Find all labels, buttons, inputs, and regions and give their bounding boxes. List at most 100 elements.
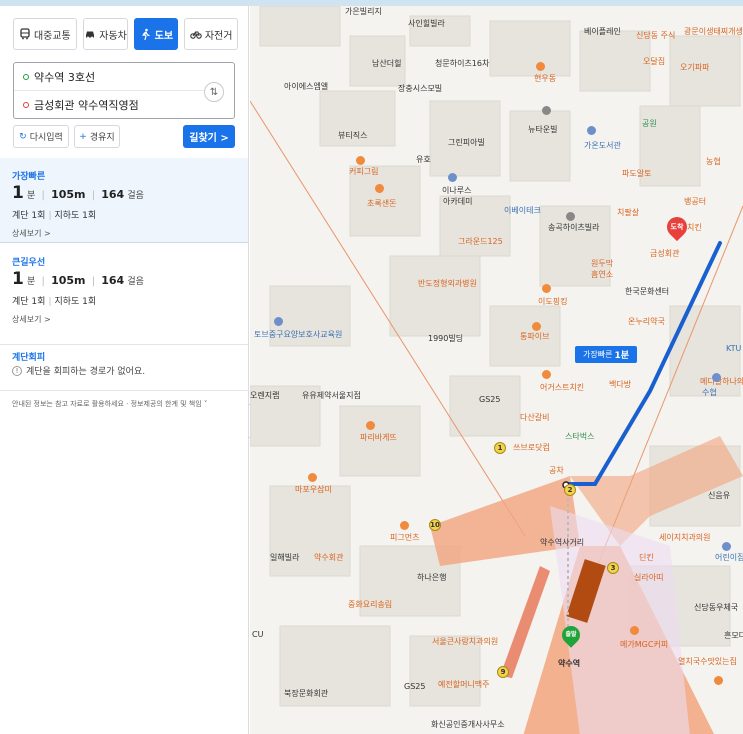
refresh-icon: ↻: [19, 131, 27, 142]
origin-value: 약수역 3호선: [34, 70, 96, 84]
search-route-button[interactable]: 길찾기 >: [183, 125, 235, 148]
tab-car[interactable]: 자동차: [82, 18, 129, 50]
restaurant-icon: [308, 473, 317, 482]
tab-bicycle-label: 자전거: [204, 30, 233, 42]
restaurant-icon: [532, 322, 541, 331]
subway-exit-badge[interactable]: 10: [429, 519, 441, 531]
result-main-road[interactable]: 큰길우선 1 분 | 105m | 164 걸음 계단 1회 | 지하도 1회 상세…: [0, 244, 248, 336]
subway-exit-badge[interactable]: 9: [497, 666, 509, 678]
station-label: 약수역: [558, 659, 581, 668]
subway-exit-badge[interactable]: 2: [564, 484, 576, 496]
result-summary: 1 분 | 105m | 164 걸음: [12, 269, 144, 289]
map-label: 이나루스: [442, 186, 472, 195]
restaurant-icon: [542, 370, 551, 379]
origin-pin[interactable]: 출발: [558, 622, 584, 648]
restaurant-icon: [366, 421, 375, 430]
result-minute-unit: 분: [27, 277, 36, 287]
bicycle-icon: [190, 31, 202, 39]
map-label: 금성회관: [650, 249, 680, 258]
map-label: 신음유: [708, 491, 731, 500]
subway-exit-badge[interactable]: 3: [607, 562, 619, 574]
map-label: 서울큰사랑치과의원: [432, 637, 499, 646]
tab-car-label: 자동차: [99, 30, 127, 42]
building-icon: [448, 173, 457, 182]
map-label: 가은빌리지: [345, 7, 382, 16]
destination-field[interactable]: 금성회관 약수역직영점: [14, 91, 204, 119]
swap-route-button[interactable]: ⇅: [204, 82, 224, 102]
tab-walk[interactable]: 도보: [134, 18, 179, 50]
map-label: 그라운드125: [458, 237, 503, 246]
map-label: 화신공인중개사사무소: [431, 720, 505, 729]
building-icon: [274, 317, 283, 326]
reset-button[interactable]: ↻ 다시입력: [13, 125, 69, 148]
map-label: 아이에스엠앨: [284, 82, 329, 91]
map-label: 오달집: [643, 57, 666, 66]
map-label: 원두막: [591, 259, 614, 268]
result-steps-unit: 걸음: [127, 191, 144, 201]
map-label: 오기파파: [680, 63, 710, 72]
map-view[interactable]: 사인힐빌라 가은빌리지 남산더힐 청문하이츠16차 아이에스엠앨 장충시스모빌 …: [250, 6, 743, 734]
tab-transit[interactable]: 대중교통: [13, 18, 77, 50]
result-stairs: 계단 1회: [12, 297, 46, 307]
map-label: 치팔살: [617, 208, 640, 217]
plus-icon: +: [79, 131, 87, 142]
map-label: CU: [252, 630, 264, 639]
origin-field[interactable]: 약수역 3호선: [14, 63, 204, 91]
map-label: 초록샌돈: [367, 199, 397, 208]
map-label: 열치국수맛있는집: [678, 657, 737, 666]
map-label: 실라아띠: [634, 573, 664, 582]
map-label: 쓰브로닷컴: [513, 443, 550, 452]
walk-badge-label: 가장빠른: [583, 350, 613, 359]
disclaimer[interactable]: 안내된 정보는 참고 자료로 활용하세요 · 정보제공의 한계 및 책임 ˅: [0, 390, 248, 417]
map-label: 파도알토: [622, 169, 652, 178]
result-details: 계단 1회 | 지하도 1회: [12, 297, 97, 307]
result-detail-link[interactable]: 상세보기 >: [12, 314, 51, 325]
map-label: 장충시스모빌: [398, 84, 443, 93]
detour-tag: 계단회피: [12, 353, 46, 363]
info-icon: !: [12, 365, 22, 376]
tab-transit-label: 대중교통: [33, 30, 71, 42]
map-label: 토브중구요양보호사교육원: [254, 330, 343, 339]
map-label: 약수회관: [314, 553, 344, 562]
map-label: 베이플레인: [584, 27, 621, 36]
result-detail-link[interactable]: 상세보기 >: [12, 228, 51, 239]
origin-dot-icon: [23, 73, 29, 80]
map-label: 예전할머니맥주: [438, 680, 490, 689]
restaurant-icon: [375, 184, 384, 193]
map-label: 한국문화센터: [625, 287, 670, 296]
map-label: GS25: [404, 682, 426, 691]
car-icon: [86, 31, 95, 39]
map-label: 파리바게뜨: [360, 433, 397, 442]
result-underpass: 지하도 1회: [54, 211, 97, 221]
detour-message: ! 계단을 회피하는 경로가 없어요.: [12, 364, 145, 377]
add-waypoint-button[interactable]: + 경유지: [74, 125, 120, 148]
map-label: 유유제약서울지점: [302, 391, 361, 400]
map-label: 아카데미: [443, 197, 473, 206]
restaurant-icon: [714, 676, 723, 685]
bank-icon: [712, 373, 721, 382]
map-label: 이도핑킹: [538, 297, 568, 306]
result-fastest[interactable]: 가장빠른 1 분 | 105m | 164 걸음 계단 1회 | 지하도 1회 상세…: [0, 158, 248, 243]
result-distance: 105m: [51, 188, 86, 201]
map-label: 반도정형외과병원: [418, 279, 477, 288]
map-label: 흔모다: [724, 631, 743, 640]
map-label: 메가MGC커피: [620, 640, 669, 649]
map-label: 농협: [706, 157, 721, 166]
map-label: 스타벅스: [565, 432, 595, 441]
building-icon: [566, 212, 575, 221]
map-label: 남산더힐: [372, 59, 402, 68]
map-label: 수협: [702, 388, 717, 397]
directions-panel: 대중교통 자동차 도보 자전거 약수역 3호선 금성회관 약수역직영점 ⇅ ↻ …: [0, 6, 249, 734]
result-stairs: 계단 1회: [12, 211, 46, 221]
map-label: 신당동 주식: [636, 31, 676, 40]
restaurant-icon: [536, 62, 545, 71]
map-label: 하나은행: [417, 573, 447, 582]
map-label: 흠연소: [591, 270, 614, 279]
subway-exit-badge[interactable]: 1: [494, 442, 506, 454]
map-label: 백다방: [609, 380, 632, 389]
destination-pin[interactable]: 도착: [662, 212, 692, 242]
result-underpass: 지하도 1회: [54, 297, 97, 307]
map-label: 북장문화회관: [284, 689, 329, 698]
result-steps-unit: 걸음: [127, 277, 144, 287]
tab-bicycle[interactable]: 자전거: [184, 18, 238, 50]
